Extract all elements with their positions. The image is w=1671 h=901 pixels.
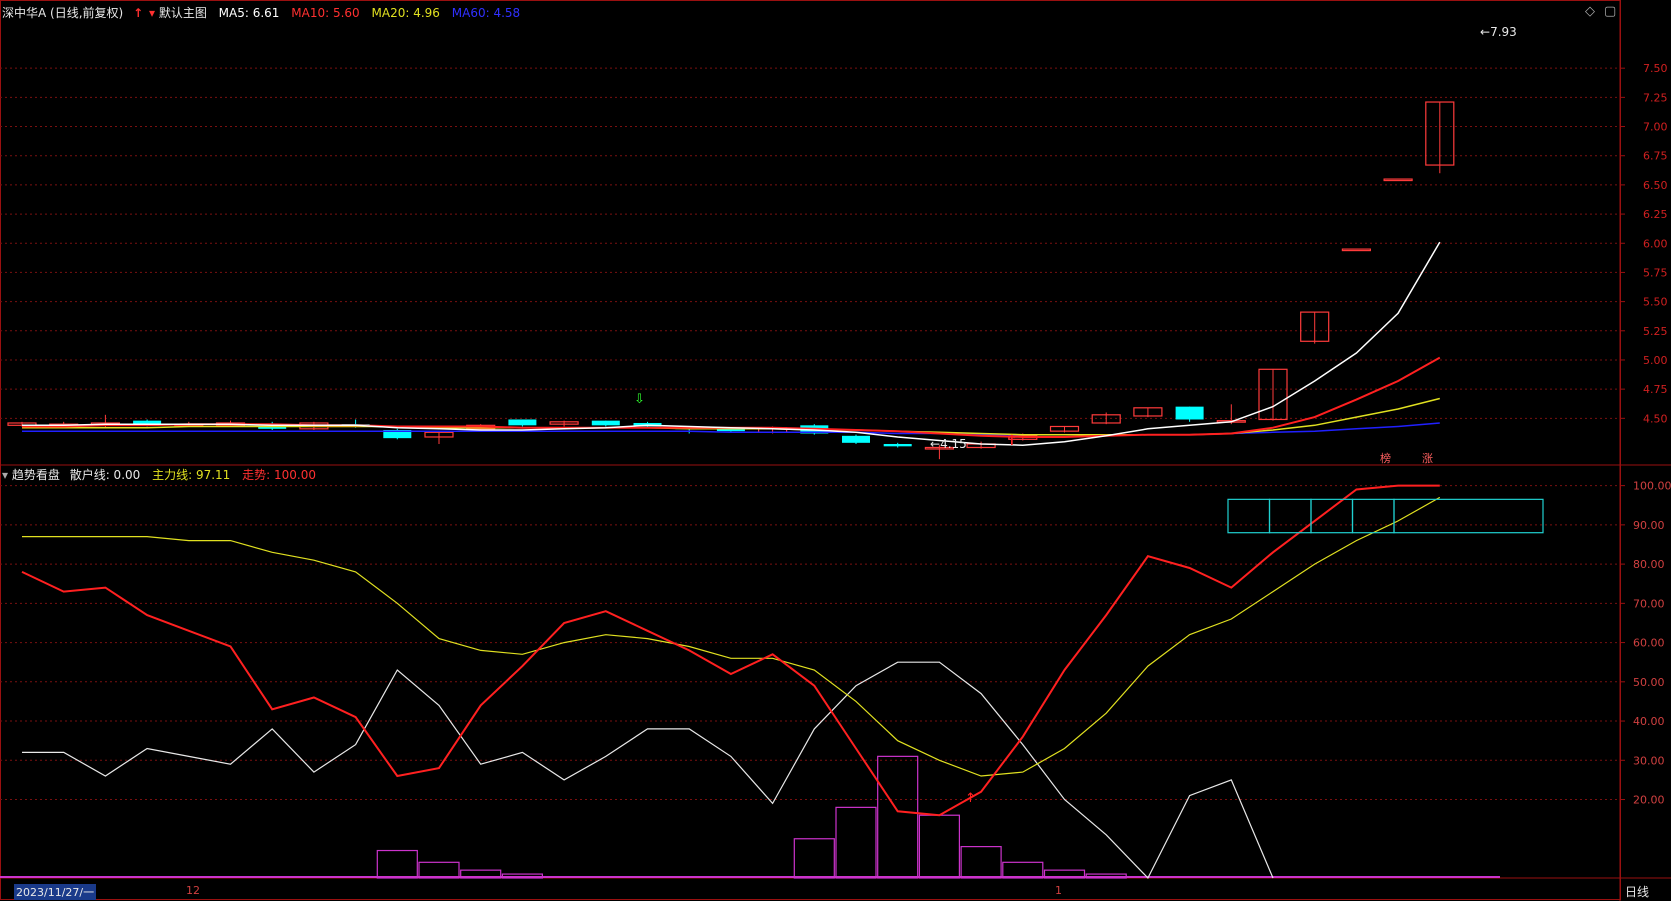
- main-panel-grid: [0, 0, 1671, 901]
- chart-frame: [0, 0, 1621, 900]
- template-icon[interactable]: ▾: [149, 6, 155, 20]
- signal-box: [1393, 498, 1544, 534]
- low-price-value: 4.15: [940, 437, 967, 451]
- y-tick-label: 40.00: [1633, 715, 1665, 728]
- sell-arrow-icon: ⇩: [634, 392, 645, 407]
- y-tick-label: 6.50: [1643, 179, 1668, 192]
- y-tick-label: 5.50: [1643, 296, 1668, 309]
- main-force-value: 主力线: 97.11: [152, 468, 231, 482]
- trend-value: 走势: 100.00: [242, 468, 317, 482]
- y-tick-label: 60.00: [1633, 637, 1665, 650]
- candle-body: [591, 420, 620, 426]
- histogram-bar: [1002, 861, 1044, 879]
- y-tick-label: 90.00: [1633, 519, 1665, 532]
- candle-body: [883, 443, 912, 447]
- y-tick-label: 20.00: [1633, 794, 1665, 807]
- high-price-value: 7.93: [1490, 25, 1517, 39]
- up-arrow-icon: ↑: [133, 6, 144, 20]
- main-y-axis: 7.50 7.25 7.00 6.75 6.50 6.25 6.00 5.75 5.50 5.25…: [1620, 62, 1668, 425]
- period-button[interactable]: 日线: [1625, 883, 1649, 900]
- ma5-value: MA5: 6.61: [218, 6, 280, 20]
- retail-line: [22, 661, 1274, 880]
- histogram-bar: [376, 849, 418, 879]
- template-label[interactable]: 默认主图: [159, 6, 207, 20]
- signal-box: [1310, 498, 1354, 534]
- ma10-value: MA10: 5.60: [291, 6, 360, 20]
- period-label: (日线,前复权): [50, 6, 124, 20]
- histogram-bar: [793, 838, 835, 879]
- retail-line-value: 散户线: 0.00: [69, 468, 141, 482]
- y-tick-label: 6.75: [1643, 150, 1668, 163]
- x-tick-12: 12: [186, 884, 200, 897]
- y-tick-label: 4.75: [1643, 383, 1668, 396]
- marker-zhang: 涨: [1422, 452, 1433, 465]
- main-header: 深中华A (日线,前复权) ↑ ▾ 默认主图 MA5: 6.61 MA10: 5…: [2, 4, 520, 21]
- y-tick-label: 6.00: [1643, 237, 1668, 250]
- window-icon[interactable]: ▢: [1604, 4, 1616, 19]
- y-tick-label: 4.50: [1643, 412, 1668, 425]
- histogram-bar: [835, 806, 877, 879]
- y-tick-label: 5.25: [1643, 325, 1668, 338]
- indicator-header: ▾ 趋势看盘 散户线: 0.00 主力线: 97.11 走势: 100.00: [2, 466, 316, 483]
- candle-body: [842, 435, 870, 443]
- indicator-name[interactable]: 趋势看盘: [12, 468, 60, 482]
- ma10-line: [22, 356, 1441, 438]
- y-tick-label: 30.00: [1633, 754, 1665, 767]
- y-tick-label: 7.50: [1643, 62, 1668, 75]
- histogram-bar: [418, 861, 460, 879]
- candle-body: [1383, 178, 1413, 182]
- histogram-bar: [918, 814, 961, 879]
- y-tick-label: 5.00: [1643, 354, 1668, 367]
- marker-bang: 榜: [1380, 452, 1391, 465]
- histogram-bar: [877, 755, 919, 879]
- signal-box: [1351, 498, 1395, 534]
- y-tick-label: 50.00: [1633, 676, 1665, 689]
- diamond-icon[interactable]: ◇: [1585, 4, 1595, 19]
- ma60-value: MA60: 4.58: [451, 6, 521, 20]
- y-tick-label: 6.25: [1643, 208, 1668, 221]
- histogram-bar: [960, 846, 1002, 879]
- buy-arrow-icon: ↑: [1006, 433, 1018, 449]
- x-tick-1: 1: [1055, 884, 1062, 897]
- y-tick-label: 80.00: [1633, 558, 1665, 571]
- main-force-line: [22, 496, 1441, 777]
- indicator-y-axis: 100.00 90.00 80.00 70.00 60.00 50.00 40.00 30.0…: [1620, 480, 1671, 807]
- indicator-buy-arrow-icon: ↑: [965, 791, 976, 806]
- y-tick-label: 7.00: [1643, 121, 1668, 134]
- candle-body: [508, 419, 537, 426]
- cursor-date: 2023/11/27/一: [14, 884, 97, 900]
- ma20-value: MA20: 4.96: [371, 6, 440, 20]
- trend-line: [21, 484, 1440, 817]
- indicator-settings-icon[interactable]: ▾: [2, 468, 8, 482]
- low-price-label: ←4.15: [930, 437, 967, 451]
- candle-body: [1341, 248, 1372, 252]
- signal-box: [1227, 498, 1271, 534]
- ma20-line: [22, 397, 1440, 436]
- y-tick-label: 5.75: [1643, 266, 1668, 279]
- high-price-label: ←7.93: [1480, 25, 1517, 39]
- y-tick-label: 70.00: [1633, 597, 1665, 610]
- y-tick-label: 100.00: [1633, 480, 1671, 493]
- y-tick-label: 7.25: [1643, 91, 1668, 104]
- stock-name[interactable]: 深中华A: [2, 6, 46, 20]
- stock-chart: 7.50 7.25 7.00 6.75 6.50 6.25 6.00 5.75 5.50 5.25…: [0, 0, 1671, 901]
- candle-body: [1175, 406, 1204, 420]
